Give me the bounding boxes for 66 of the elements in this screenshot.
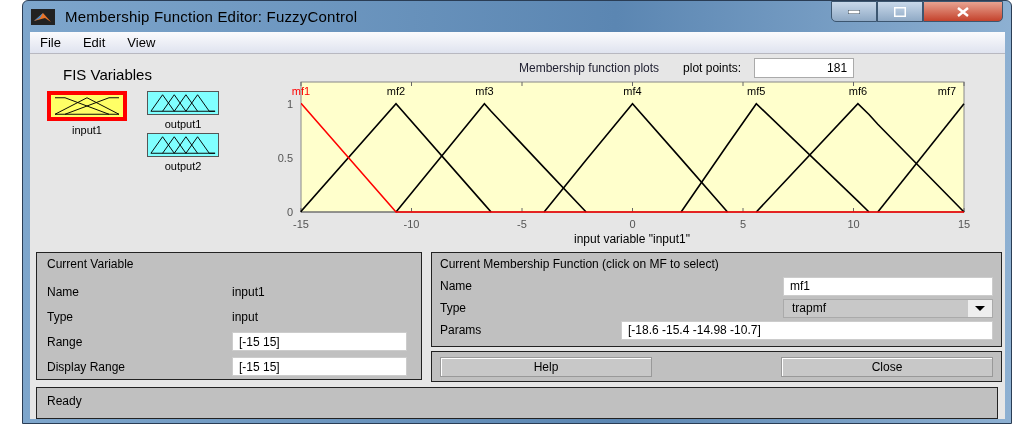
membership-curve[interactable] [877,102,965,213]
panel-title: Current Variable [47,257,135,271]
curve-label: mf3 [475,85,494,97]
curve-label: mf4 [623,85,642,97]
variable-label: input1 [72,124,102,136]
panel-title: Current Membership Function (click on MF to select) [440,257,720,271]
membership-curve[interactable] [395,102,587,213]
membership-curve[interactable] [300,102,492,213]
minimize-icon [848,9,860,14]
x-tick-label: -5 [517,218,527,230]
close-icon [956,6,970,17]
menu-item[interactable]: View [127,35,156,50]
variable-icon[interactable] [147,133,219,157]
curve-label: mf5 [747,85,766,97]
logo-icon [31,8,55,25]
field-label: Params [440,323,483,337]
field-label: Display Range [47,359,127,374]
x-axis-label: input variable "input1" [574,232,690,246]
input-field[interactable]: [-15 15] [232,357,407,376]
field-value: input [232,309,259,324]
y-tick-label: 0 [286,206,293,218]
plot-points-field[interactable]: 181 [754,58,855,78]
window-title: Membership Function Editor: FuzzyControl [65,8,358,25]
close-button[interactable] [923,1,1003,22]
x-tick-label: 15 [957,218,971,230]
maximize-icon [894,6,906,17]
membership-curve[interactable] [755,102,965,213]
menu-item[interactable]: Edit [82,35,106,50]
x-tick-label: 0 [629,218,636,230]
input-field[interactable]: [-18.6 -15.4 -14.98 -10.7] [621,320,993,340]
curve-label: mf7 [937,85,957,97]
field-label: Type [440,301,467,315]
input-field[interactable]: mf1 [783,276,993,296]
dialog-button[interactable]: Help [440,356,652,377]
curve-label: mf2 [386,85,406,97]
input-field[interactable]: [-15 15] [232,332,407,351]
maximize-button[interactable] [877,1,923,22]
variable-label: output1 [164,118,202,130]
caret-icon [975,305,985,311]
field-label: Type [47,309,74,324]
x-tick-label: -10 [403,218,420,230]
field-label: Range [47,334,84,349]
minimize-button[interactable] [831,1,877,22]
variable-icon[interactable] [47,91,127,121]
dialog-button[interactable]: Close [781,356,993,377]
x-tick-label: 10 [847,218,860,230]
type-dropdown[interactable]: trapmf [783,298,993,318]
membership-curve[interactable] [680,102,870,213]
menu-item[interactable]: File [40,35,61,50]
chart-title: Membership function plots [519,61,660,75]
x-tick-label: -15 [293,218,309,230]
section-title: FIS Variables [63,66,153,83]
field-label: Name [440,279,473,293]
y-tick-label: 1 [286,97,293,110]
x-tick-label: 5 [739,218,747,230]
y-tick-label: 0.5 [277,151,293,164]
plot-points-label: plot points: [683,61,742,75]
curve-label: mf1 [291,85,311,97]
status-text: Ready [47,394,82,408]
membership-curve[interactable] [543,102,729,213]
field-value: input1 [232,284,265,299]
variable-icon[interactable] [147,91,219,115]
membership-curve[interactable] [300,102,965,213]
curve-label: mf6 [848,85,868,97]
variable-label: output2 [164,160,202,172]
field-label: Name [47,284,80,299]
